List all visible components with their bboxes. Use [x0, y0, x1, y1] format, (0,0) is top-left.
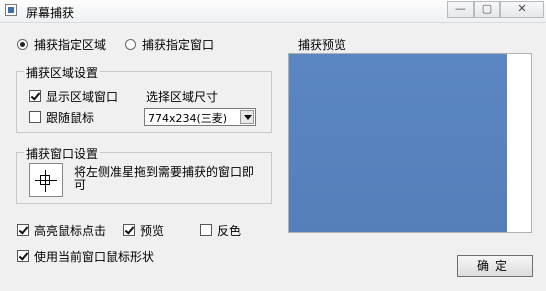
maximize-button[interactable]: ▢: [474, 1, 500, 18]
preview-image: [289, 54, 507, 232]
region-size-label: 选择区域尺寸: [146, 90, 219, 104]
app-icon: [5, 4, 17, 16]
use-cursor-shape-label[interactable]: 使用当前窗口鼠标形状: [34, 248, 154, 265]
follow-mouse-checkbox[interactable]: [29, 111, 41, 123]
chevron-down-icon[interactable]: [240, 110, 254, 124]
title-bar: 屏幕捕获 — ▢ ✕: [0, 0, 546, 23]
close-icon: ✕: [517, 2, 527, 15]
region-size-select[interactable]: 774x234(三麦): [144, 108, 256, 126]
crosshair-target: [40, 175, 50, 185]
preview-panel: [288, 53, 532, 233]
invert-checkbox[interactable]: [200, 224, 212, 236]
radio-capture-region[interactable]: [17, 39, 28, 50]
use-cursor-shape-checkbox[interactable]: [17, 250, 29, 262]
window-capture-hint: 将左侧准星拖到需要捕获的窗口即可: [74, 165, 255, 192]
minimize-icon: —: [455, 2, 466, 15]
maximize-icon: ▢: [481, 2, 493, 15]
preview-title: 捕获预览: [298, 38, 347, 52]
radio-capture-window-label[interactable]: 捕获指定窗口: [142, 36, 214, 53]
preview-label[interactable]: 预览: [140, 222, 164, 239]
crosshair-drag-handle[interactable]: [29, 163, 63, 197]
highlight-click-checkbox[interactable]: [17, 224, 29, 236]
minimize-button[interactable]: —: [447, 1, 474, 18]
follow-mouse-label[interactable]: 跟随鼠标: [46, 109, 94, 126]
window-settings-title: 捕获窗口设置: [24, 145, 101, 162]
window-title: 屏幕捕获: [26, 6, 75, 20]
close-button[interactable]: ✕: [500, 1, 544, 18]
show-region-window-label[interactable]: 显示区域窗口: [46, 88, 118, 105]
invert-label[interactable]: 反色: [217, 222, 241, 239]
radio-capture-window[interactable]: [125, 39, 136, 50]
ok-button[interactable]: 确定: [457, 255, 533, 277]
region-size-value: 774x234(三麦): [148, 112, 228, 125]
highlight-click-label[interactable]: 高亮鼠标点击: [34, 222, 106, 239]
radio-capture-region-label[interactable]: 捕获指定区域: [34, 36, 106, 53]
preview-checkbox[interactable]: [123, 224, 135, 236]
region-settings-title: 捕获区域设置: [24, 64, 101, 81]
show-region-window-checkbox[interactable]: [29, 90, 41, 102]
